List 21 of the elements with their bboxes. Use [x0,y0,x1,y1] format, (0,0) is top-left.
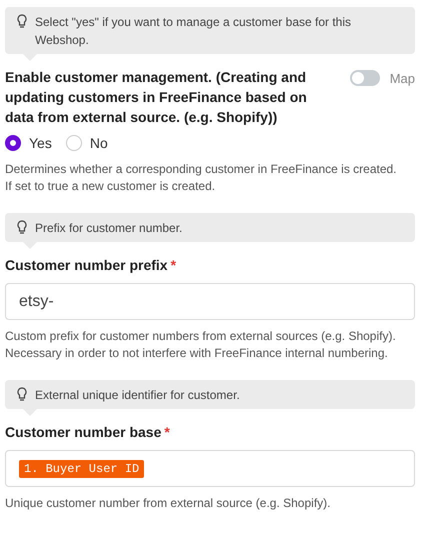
toggle-switch[interactable] [350,70,380,86]
required-mark: * [170,257,176,273]
radio-button[interactable] [5,135,21,151]
field-label: Customer number prefix * [5,256,176,275]
field-label: Enable customer management. (Creating and updating customers in FreeFinance based on data from external source. (e.g. Shopify)) [5,68,308,127]
lightbulb-icon [17,220,27,235]
field-description: Determines whether a corresponding customer in FreeFinance is created. If set to true a new customer is created. [5,161,398,195]
lightbulb-icon [17,387,27,402]
input-field[interactable]: etsy- [5,283,415,320]
lightbulb-icon [17,14,27,29]
hint-text: Select "yes" if you want to manage a customer base for this Webshop. [35,14,352,49]
field-label: Customer number base * [5,423,170,442]
hint-text: Prefix for customer number. [35,220,182,237]
radio-option[interactable]: No [66,135,108,151]
field-description: Unique customer number from external source (e.g. Shopify). [5,495,332,512]
hint-text: External unique identifier for customer. [35,387,240,404]
toggle-label: Map [390,70,415,86]
required-mark: * [164,424,170,440]
token-chip: 1. Buyer User ID [19,460,144,478]
radio-option[interactable]: Yes [5,135,52,151]
field-description: Custom prefix for customer numbers from external sources (e.g. Shopify). Necessary in order to not interfere with FreeFinance internal numbering. [5,328,397,362]
